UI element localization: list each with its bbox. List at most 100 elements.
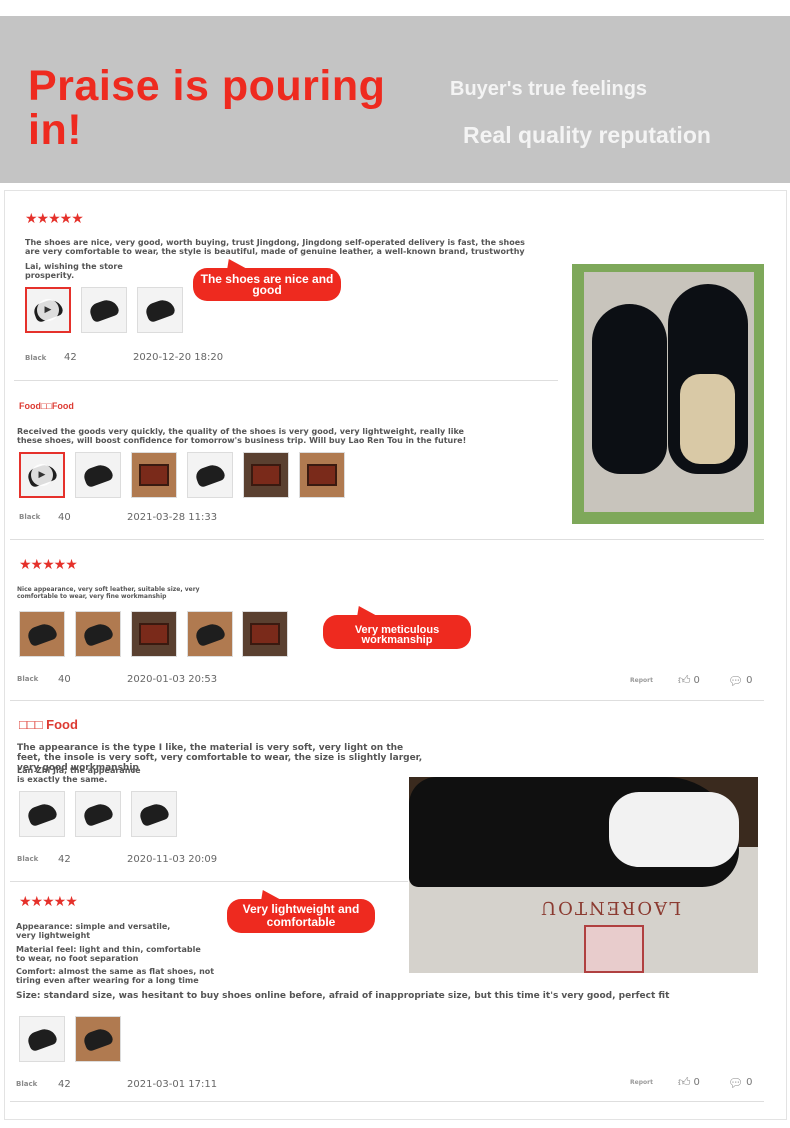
size-label: 42 bbox=[58, 1079, 71, 1090]
play-icon[interactable]: ▶ bbox=[31, 464, 53, 486]
like-count: 0 bbox=[693, 675, 700, 686]
banner-subtitle-reputation: Real quality reputation bbox=[463, 122, 711, 148]
review-material: Material feel: light and thin, comfortab… bbox=[16, 945, 201, 963]
reviewer-name: □□□ Food bbox=[19, 717, 78, 732]
report-link[interactable]: Report bbox=[630, 677, 653, 684]
review-date: 2021-03-28 11:33 bbox=[127, 512, 218, 523]
box-image bbox=[139, 623, 169, 645]
shoe-image bbox=[25, 620, 59, 648]
thumbnail-video[interactable]: ▶ bbox=[25, 287, 71, 333]
star-rating: ★★★★★ bbox=[25, 211, 84, 227]
reviewer-name: Food□□Food bbox=[19, 401, 74, 411]
shoe-image bbox=[87, 296, 121, 324]
tissue-paper bbox=[609, 792, 739, 867]
insole bbox=[680, 374, 735, 464]
review-photo-shoe-in-bag[interactable]: LAORENTOU bbox=[409, 777, 758, 973]
size-label: 40 bbox=[58, 674, 71, 685]
color-label: Black bbox=[25, 354, 47, 362]
thumbnail-image[interactable] bbox=[81, 287, 127, 333]
banner-title: Praise is pouring in! bbox=[28, 62, 386, 154]
shoe-image bbox=[81, 461, 115, 489]
shoe-image bbox=[81, 1025, 115, 1053]
box-image bbox=[251, 464, 281, 486]
thumbnail-image[interactable] bbox=[187, 611, 233, 657]
review-date: 2020-01-03 20:53 bbox=[127, 674, 218, 685]
box-image bbox=[139, 464, 169, 486]
shoe-image bbox=[25, 800, 59, 828]
highlight-bubble: The shoes are nice and good bbox=[193, 268, 341, 301]
highlight-bubble: Very meticulous workmanship bbox=[323, 615, 471, 649]
thumbnail-image[interactable] bbox=[242, 611, 288, 657]
thumbs-up-icon[interactable]: 👍︎ bbox=[678, 1075, 691, 1090]
review-thumbnails bbox=[19, 1016, 131, 1062]
thumbs-up-icon[interactable]: 👍︎ bbox=[678, 673, 691, 688]
header-banner: Praise is pouring in! Buyer's true feeli… bbox=[0, 16, 790, 183]
review-actions: Report 👍︎ 0 💬︎ 0 bbox=[630, 1075, 752, 1090]
comment-count: 0 bbox=[746, 1077, 753, 1088]
shoe-image bbox=[143, 296, 177, 324]
banner-subtitle-feelings: Buyer's true feelings bbox=[450, 78, 648, 100]
review-thumbnails bbox=[19, 791, 187, 837]
highlight-bubble: Very lightweight and comfortable bbox=[227, 899, 375, 933]
comment-icon[interactable]: 💬︎ bbox=[728, 674, 743, 688]
report-link[interactable]: Report bbox=[630, 1079, 653, 1086]
review-thumbnails: ▶ bbox=[19, 452, 355, 498]
thumbnail-image[interactable] bbox=[75, 1016, 121, 1062]
star-rating: ★★★★★ bbox=[19, 557, 78, 573]
review-date: 2020-11-03 20:09 bbox=[127, 854, 218, 865]
shoe-image bbox=[193, 461, 227, 489]
star-rating: ★★★★★ bbox=[19, 894, 78, 910]
color-label: Black bbox=[19, 513, 41, 521]
thumbnail-image[interactable] bbox=[19, 1016, 65, 1062]
review-appearance: Appearance: simple and versatile, very l… bbox=[16, 922, 171, 940]
bag-brand-print: LAORENTOU bbox=[539, 897, 682, 918]
review-date: 2020-12-20 18:20 bbox=[133, 352, 224, 363]
thumbnail-video[interactable]: ▶ bbox=[19, 452, 65, 498]
divider bbox=[10, 539, 764, 540]
thumbnail-image[interactable] bbox=[131, 791, 177, 837]
page: Praise is pouring in! Buyer's true feeli… bbox=[0, 0, 790, 1128]
brand-logo bbox=[584, 925, 644, 973]
review-text: Nice appearance, very soft leather, suit… bbox=[17, 586, 200, 600]
like-count: 0 bbox=[693, 1077, 700, 1088]
left-shoe bbox=[592, 304, 667, 474]
shoe-image bbox=[81, 800, 115, 828]
divider bbox=[10, 1101, 764, 1102]
color-label: Black bbox=[16, 1080, 38, 1088]
divider bbox=[10, 881, 408, 882]
thumbnail-image[interactable] bbox=[131, 452, 177, 498]
review-text-continued: Lai, wishing the store prosperity. bbox=[25, 262, 123, 280]
comment-count: 0 bbox=[746, 675, 753, 686]
thumbnail-image[interactable] bbox=[299, 452, 345, 498]
divider bbox=[10, 700, 764, 701]
review-date: 2021-03-01 17:11 bbox=[127, 1079, 218, 1090]
review-text-continued: Lan Zhi Jia, the appearance is exactly t… bbox=[17, 766, 141, 784]
size-label: 42 bbox=[64, 352, 77, 363]
review-actions: Report 👍︎ 0 💬︎ 0 bbox=[630, 673, 752, 688]
shoe-image bbox=[193, 620, 227, 648]
thumbnail-image[interactable] bbox=[75, 791, 121, 837]
comment-icon[interactable]: 💬︎ bbox=[728, 1076, 743, 1090]
size-label: 42 bbox=[58, 854, 71, 865]
review-size: Size: standard size, was hesitant to buy… bbox=[16, 991, 670, 1001]
thumbnail-image[interactable] bbox=[131, 611, 177, 657]
divider bbox=[14, 380, 558, 381]
thumbnail-image[interactable] bbox=[137, 287, 183, 333]
thumbnail-image[interactable] bbox=[19, 611, 65, 657]
box-image bbox=[250, 623, 280, 645]
review-photo-shoes-in-box[interactable] bbox=[572, 264, 764, 524]
thumbnail-image[interactable] bbox=[19, 791, 65, 837]
play-icon[interactable]: ▶ bbox=[37, 299, 59, 321]
thumbnail-image[interactable] bbox=[75, 611, 121, 657]
review-thumbnails bbox=[19, 611, 243, 657]
size-label: 40 bbox=[58, 512, 71, 523]
color-label: Black bbox=[17, 855, 39, 863]
thumbnail-image[interactable] bbox=[243, 452, 289, 498]
thumbnail-image[interactable] bbox=[75, 452, 121, 498]
shoe-image bbox=[137, 800, 171, 828]
color-label: Black bbox=[17, 675, 39, 683]
review-comfort: Comfort: almost the same as flat shoes, … bbox=[16, 967, 215, 985]
thumbnail-image[interactable] bbox=[187, 452, 233, 498]
review-text: The shoes are nice, very good, worth buy… bbox=[25, 238, 525, 256]
review-thumbnails: ▶ bbox=[25, 287, 193, 333]
